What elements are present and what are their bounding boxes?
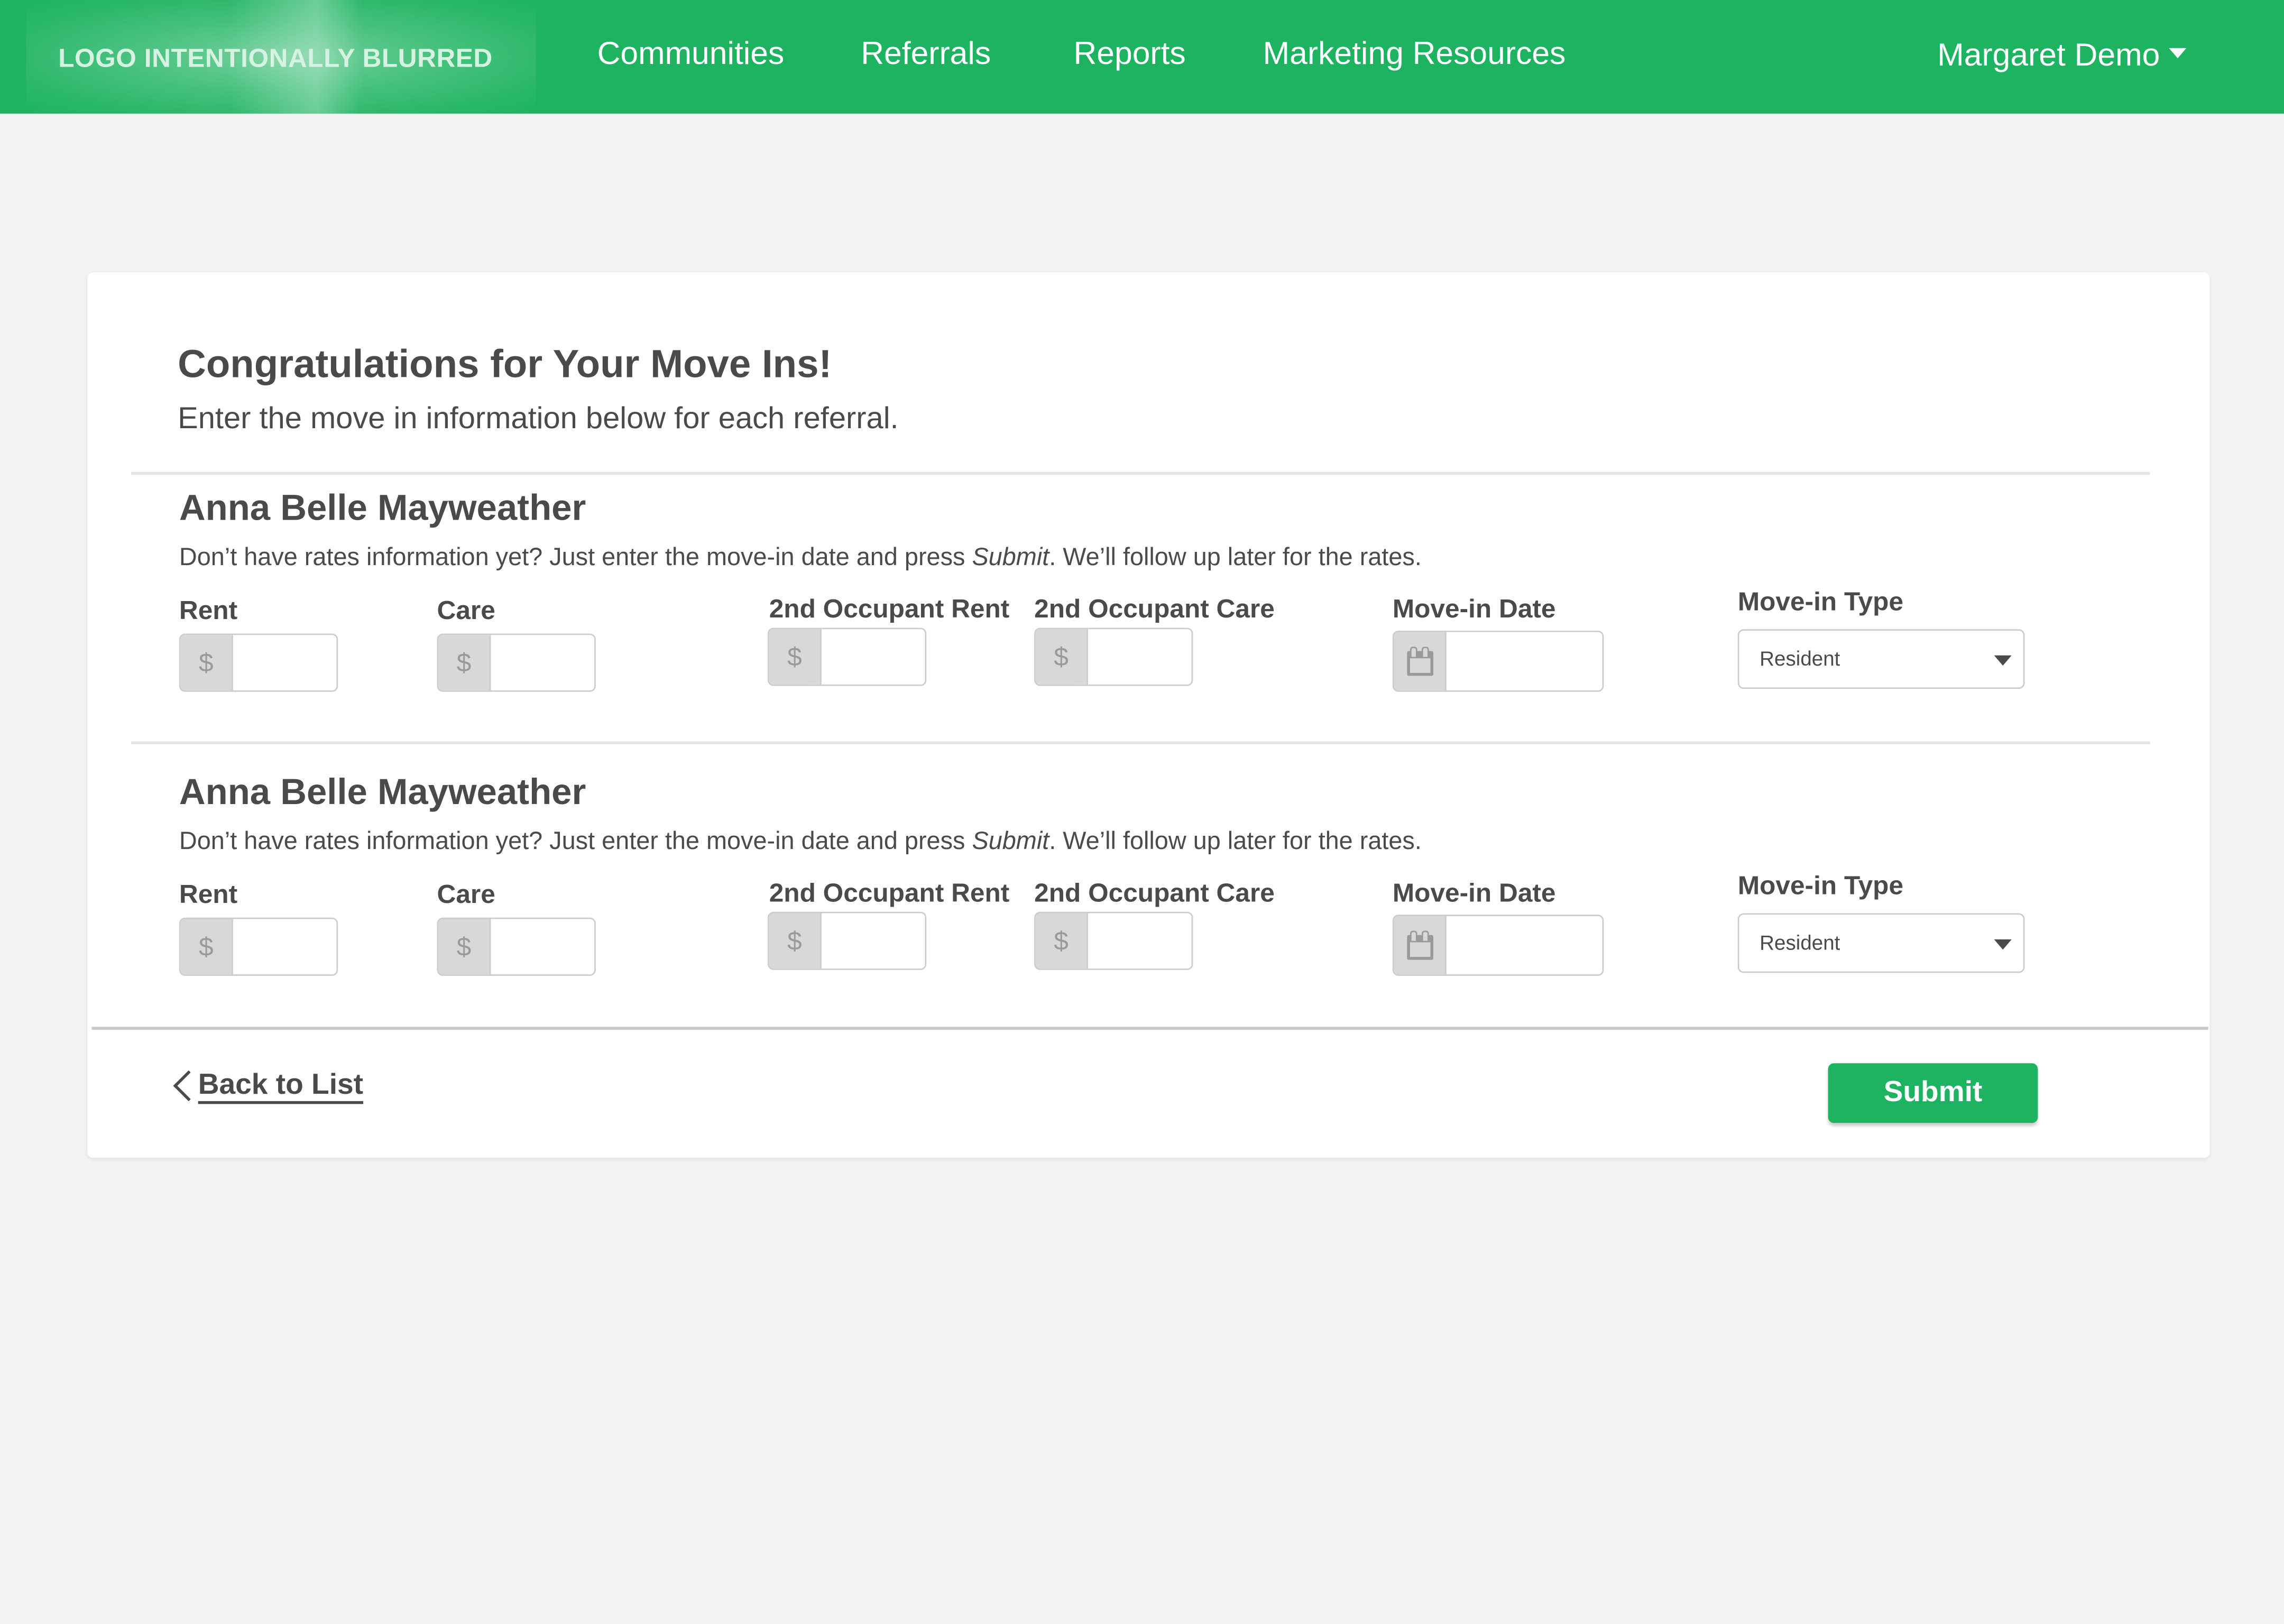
dollar-icon: $ — [1035, 913, 1089, 969]
chevron-left-icon — [172, 1070, 192, 1102]
dollar-icon: $ — [769, 913, 822, 969]
referral-name: Anna Belle Mayweather — [179, 487, 586, 529]
note-text: Don’t have rates information yet? Just e… — [179, 543, 972, 571]
note-text: . We’ll follow up later for the rates. — [1049, 543, 1422, 571]
note-text: Don’t have rates information yet? Just e… — [179, 827, 972, 855]
rent-input-group: $ — [179, 917, 338, 976]
user-name: Margaret Demo — [1937, 36, 2160, 73]
rent-input-group: $ — [179, 633, 338, 692]
referral-note: Don’t have rates information yet? Just e… — [179, 827, 1422, 856]
rent-label: Rent — [179, 595, 238, 625]
second-occupant-care-input-group: $ — [1034, 628, 1193, 686]
dollar-icon: $ — [1035, 629, 1089, 685]
calendar-icon-glyph — [1406, 930, 1433, 960]
care-input[interactable] — [491, 635, 595, 690]
rent-input[interactable] — [233, 919, 337, 975]
move-in-type-value: Resident — [1760, 647, 1840, 670]
dollar-icon: $ — [438, 635, 491, 690]
logo[interactable]: LOGO INTENTIONALLY BLURRED — [26, 0, 536, 114]
move-in-date-input-group — [1392, 630, 1604, 692]
second-occupant-rent-input[interactable] — [821, 913, 925, 969]
dollar-prefix: $ — [787, 641, 802, 671]
second-occupant-care-input[interactable] — [1088, 629, 1192, 685]
page: LOGO INTENTIONALLY BLURRED Communities R… — [0, 0, 2284, 1624]
top-navigation: LOGO INTENTIONALLY BLURRED Communities R… — [0, 0, 2284, 114]
move-in-type-label: Move-in Type — [1737, 587, 1904, 616]
note-text: . We’ll follow up later for the rates. — [1049, 827, 1422, 855]
move-in-type-select[interactable]: Resident — [1737, 913, 2025, 973]
care-input-group: $ — [437, 917, 596, 976]
second-occupant-rent-label: 2nd Occupant Rent — [769, 594, 1010, 624]
user-menu[interactable]: Margaret Demo — [1937, 36, 2186, 75]
calendar-icon[interactable] — [1394, 632, 1447, 690]
second-occupant-care-label: 2nd Occupant Care — [1034, 594, 1275, 624]
dollar-prefix: $ — [1054, 641, 1069, 671]
second-occupant-rent-input[interactable] — [821, 629, 925, 685]
footer-divider — [91, 1027, 2208, 1030]
chevron-down-icon — [1994, 655, 2012, 666]
care-input-group: $ — [437, 633, 596, 692]
logo-text: LOGO INTENTIONALLY BLURRED — [58, 43, 493, 73]
care-label: Care — [437, 595, 495, 625]
move-in-date-label: Move-in Date — [1392, 878, 1556, 908]
calendar-icon[interactable] — [1394, 916, 1447, 975]
back-to-list-link[interactable]: Back to List — [172, 1069, 363, 1102]
move-in-type-select[interactable]: Resident — [1737, 629, 2025, 689]
note-emphasis: Submit — [972, 543, 1049, 571]
care-input[interactable] — [491, 919, 595, 975]
back-to-list-label: Back to List — [198, 1069, 364, 1101]
note-emphasis: Submit — [972, 827, 1049, 855]
dollar-prefix: $ — [456, 931, 472, 961]
divider — [131, 741, 2150, 744]
move-in-date-label: Move-in Date — [1392, 594, 1556, 624]
calendar-icon-glyph — [1406, 647, 1433, 676]
second-occupant-rent-input-group: $ — [767, 628, 927, 686]
nav-marketing-resources[interactable]: Marketing Resources — [1263, 35, 1566, 73]
move-in-date-input[interactable] — [1446, 916, 1603, 975]
page-title: Congratulations for Your Move Ins! — [178, 342, 832, 386]
second-occupant-care-label: 2nd Occupant Care — [1034, 878, 1275, 908]
dollar-prefix: $ — [199, 647, 214, 677]
second-occupant-care-input[interactable] — [1088, 913, 1192, 969]
move-in-type-label: Move-in Type — [1737, 871, 1904, 900]
move-in-date-input[interactable] — [1446, 632, 1603, 690]
second-occupant-care-input-group: $ — [1034, 911, 1193, 970]
divider — [131, 472, 2150, 475]
care-label: Care — [437, 880, 495, 909]
rent-label: Rent — [179, 880, 238, 909]
dollar-prefix: $ — [199, 931, 214, 961]
second-occupant-rent-label: 2nd Occupant Rent — [769, 878, 1010, 908]
referral-note: Don’t have rates information yet? Just e… — [179, 543, 1422, 573]
second-occupant-rent-input-group: $ — [767, 911, 927, 970]
referral-section: Anna Belle Mayweather Don’t have rates i… — [87, 772, 2209, 1034]
chevron-down-icon — [2168, 48, 2186, 58]
dollar-prefix: $ — [456, 647, 472, 677]
referral-name: Anna Belle Mayweather — [179, 772, 586, 813]
referral-section: Anna Belle Mayweather Don’t have rates i… — [87, 488, 2209, 750]
dollar-icon: $ — [769, 629, 822, 685]
nav-referrals[interactable]: Referrals — [861, 35, 991, 73]
move-in-card: Congratulations for Your Move Ins! Enter… — [87, 272, 2210, 1158]
submit-button[interactable]: Submit — [1828, 1063, 2038, 1123]
move-in-type-value: Resident — [1760, 930, 1840, 954]
chevron-down-icon — [1994, 939, 2012, 950]
move-in-date-input-group — [1392, 915, 1604, 976]
dollar-icon: $ — [180, 635, 233, 690]
dollar-prefix: $ — [787, 925, 802, 955]
page-subtitle: Enter the move in information below for … — [178, 402, 899, 436]
dollar-icon: $ — [438, 919, 491, 975]
dollar-icon: $ — [180, 919, 233, 975]
nav-communities[interactable]: Communities — [597, 35, 785, 73]
nav-reports[interactable]: Reports — [1074, 35, 1186, 73]
dollar-prefix: $ — [1054, 925, 1069, 955]
rent-input[interactable] — [233, 635, 337, 690]
